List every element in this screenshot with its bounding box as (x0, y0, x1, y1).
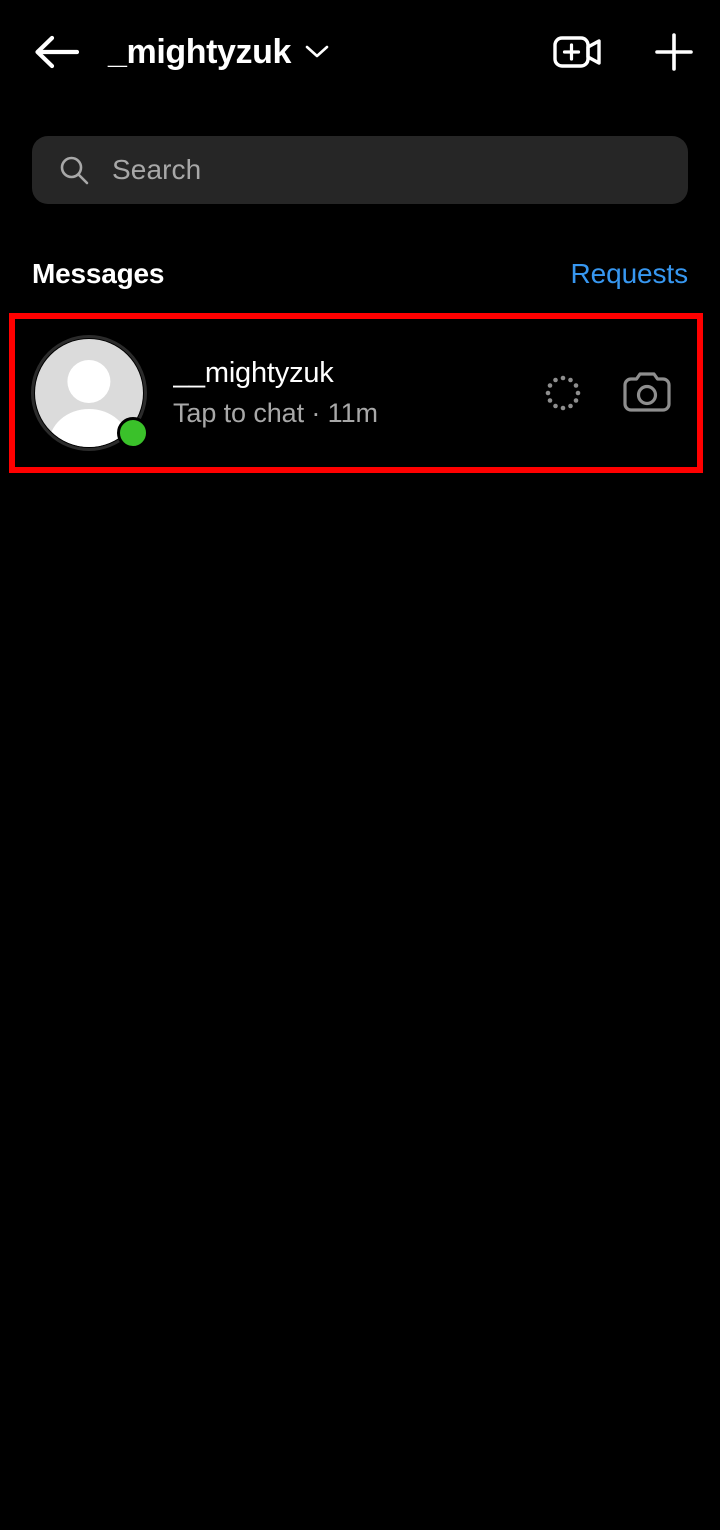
conversation-subtitle: Tap to chat · 11m (173, 398, 378, 429)
messages-label: Messages (32, 258, 165, 289)
search-placeholder-text: Search (112, 154, 202, 185)
page-title: _mightyzuk (108, 33, 292, 71)
messages-section-header: Messages Requests (0, 250, 720, 298)
conversation-row[interactable]: __mightyzuk Tap to chat · 11m (15, 319, 697, 467)
camera-button[interactable] (619, 365, 675, 421)
avatar[interactable] (31, 335, 149, 451)
conversation-username: __mightyzuk (173, 356, 334, 389)
header-actions (550, 0, 702, 104)
dotted-circle-note-icon (545, 375, 581, 411)
chevron-down-icon (305, 44, 329, 60)
plus-icon (655, 33, 693, 71)
conversation-actions (539, 365, 675, 421)
video-call-plus-icon (553, 36, 601, 68)
empty-list-area (0, 480, 720, 1530)
video-call-button[interactable] (550, 24, 606, 80)
account-switcher[interactable]: _mightyzuk (108, 35, 329, 69)
app-header: _mightyzuk (0, 0, 720, 104)
search-input[interactable]: Search (32, 136, 688, 204)
back-arrow-icon (35, 35, 79, 69)
online-status-dot (117, 417, 149, 449)
search-icon (58, 154, 90, 186)
requests-link[interactable]: Requests (571, 258, 689, 290)
instagram-direct-messages-screen: _mightyzuk Search Messages Requests __mi… (0, 0, 720, 1530)
note-button[interactable] (539, 369, 587, 417)
conversation-text: __mightyzuk Tap to chat · 11m (173, 355, 539, 432)
new-message-button[interactable] (646, 24, 702, 80)
back-button[interactable] (20, 16, 92, 88)
camera-icon (623, 372, 671, 412)
